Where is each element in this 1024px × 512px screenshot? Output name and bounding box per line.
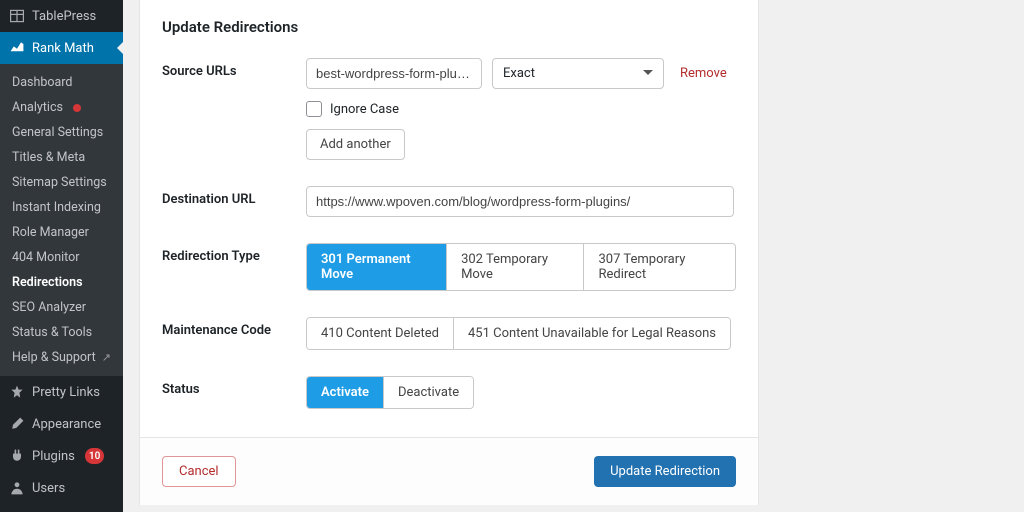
plugins-badge: 10 <box>85 448 104 464</box>
table-icon <box>8 7 26 25</box>
status-label: Status <box>162 376 306 397</box>
sidebar-item-tablepress[interactable]: TablePress <box>0 0 123 32</box>
sub-instant-indexing[interactable]: Instant Indexing <box>0 195 123 220</box>
sidebar-item-label: Plugins <box>32 449 75 464</box>
redir-307[interactable]: 307 Temporary Redirect <box>584 244 735 290</box>
sub-analytics[interactable]: Analytics <box>0 95 123 120</box>
redir-301[interactable]: 301 Permanent Move <box>307 244 447 290</box>
status-deactivate[interactable]: Deactivate <box>384 377 473 408</box>
sub-role-manager[interactable]: Role Manager <box>0 220 123 245</box>
rankmath-submenu: Dashboard Analytics General Settings Tit… <box>0 64 123 376</box>
sub-dashboard[interactable]: Dashboard <box>0 70 123 95</box>
status-activate[interactable]: Activate <box>307 377 384 408</box>
sub-titles-meta[interactable]: Titles & Meta <box>0 145 123 170</box>
cancel-button[interactable]: Cancel <box>162 456 236 487</box>
maint-451[interactable]: 451 Content Unavailable for Legal Reason… <box>454 318 730 349</box>
sub-seo-analyzer[interactable]: SEO Analyzer <box>0 295 123 320</box>
sidebar-item-plugins[interactable]: Plugins 10 <box>0 440 123 472</box>
user-icon <box>8 479 26 497</box>
panel-footer: Cancel Update Redirection <box>140 437 758 505</box>
sub-404-monitor[interactable]: 404 Monitor <box>0 245 123 270</box>
sub-status-tools[interactable]: Status & Tools <box>0 320 123 345</box>
match-type-select[interactable]: Exact <box>492 58 664 89</box>
redir-302[interactable]: 302 Temporary Move <box>447 244 584 290</box>
maintenance-code-group: 410 Content Deleted 451 Content Unavaila… <box>306 317 731 350</box>
sub-general-settings[interactable]: General Settings <box>0 120 123 145</box>
brush-icon <box>8 415 26 433</box>
sub-sitemap[interactable]: Sitemap Settings <box>0 170 123 195</box>
sidebar-item-users[interactable]: Users <box>0 472 123 504</box>
destination-url-input[interactable] <box>306 186 734 217</box>
sidebar-item-label: TablePress <box>32 9 96 24</box>
update-redirection-button[interactable]: Update Redirection <box>594 456 736 487</box>
redirection-type-label: Redirection Type <box>162 243 306 264</box>
status-group: Activate Deactivate <box>306 376 474 409</box>
sidebar-item-prettylinks[interactable]: Pretty Links <box>0 376 123 408</box>
admin-sidebar: TablePress Rank Math Dashboard Analytics… <box>0 0 123 512</box>
source-urls-label: Source URLs <box>162 58 306 79</box>
sub-redirections[interactable]: Redirections <box>0 270 123 295</box>
external-icon: ↗ <box>102 351 111 364</box>
sidebar-item-label: Appearance <box>32 417 101 432</box>
sidebar-item-label: Users <box>32 481 65 496</box>
sidebar-item-label: Pretty Links <box>32 385 100 400</box>
star-icon <box>8 383 26 401</box>
maintenance-code-label: Maintenance Code <box>162 317 306 338</box>
redirection-panel: Update Redirections Source URLs Exact Re… <box>139 0 759 505</box>
destination-label: Destination URL <box>162 186 306 207</box>
ignore-case-label: Ignore Case <box>330 102 399 117</box>
add-another-button[interactable]: Add another <box>306 129 405 160</box>
redirection-type-group: 301 Permanent Move 302 Temporary Move 30… <box>306 243 736 291</box>
main-content: Update Redirections Source URLs Exact Re… <box>123 0 1024 512</box>
notification-dot <box>73 104 81 112</box>
plug-icon <box>8 447 26 465</box>
source-url-input[interactable] <box>306 58 482 89</box>
sidebar-item-rankmath[interactable]: Rank Math <box>0 32 123 64</box>
sidebar-item-appearance[interactable]: Appearance <box>0 408 123 440</box>
maint-410[interactable]: 410 Content Deleted <box>307 318 454 349</box>
panel-title: Update Redirections <box>162 18 736 36</box>
chart-icon <box>8 39 26 57</box>
sidebar-item-label: Rank Math <box>32 41 94 56</box>
remove-link[interactable]: Remove <box>680 66 727 81</box>
ignore-case-checkbox[interactable] <box>306 101 322 117</box>
sidebar-item-tools[interactable]: Tools <box>0 504 123 512</box>
sub-help-support[interactable]: Help & Support↗ <box>0 345 123 370</box>
